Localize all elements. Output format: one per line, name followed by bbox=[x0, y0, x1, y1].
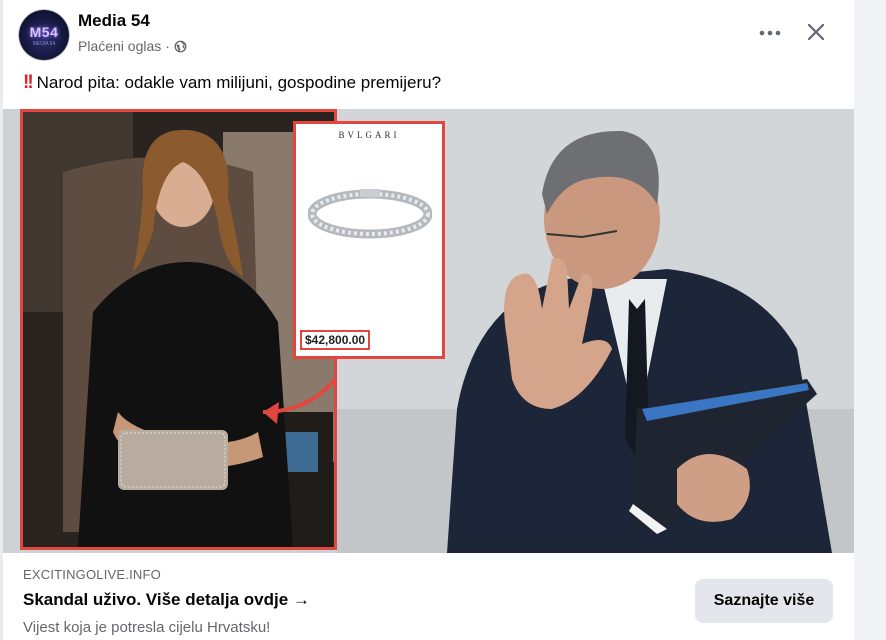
more-options-button[interactable] bbox=[755, 18, 785, 48]
link-domain[interactable]: EXCITINGOLIVE.INFO bbox=[23, 567, 161, 582]
product-brand: BVLGARI bbox=[338, 130, 400, 140]
avatar-logo-subtext: MEDIA 54 bbox=[32, 40, 56, 47]
avatar[interactable]: M54 MEDIA 54 bbox=[19, 10, 69, 60]
ad-post-card: M54 MEDIA 54 Media 54 Plaćeni oglas · !!… bbox=[3, 0, 854, 640]
link-description: Vijest koja je potresla cijelu Hrvatsku! bbox=[23, 619, 271, 636]
close-icon bbox=[807, 23, 825, 41]
more-horizontal-icon bbox=[759, 30, 781, 36]
product-price: $42,800.00 bbox=[300, 330, 371, 350]
ad-image[interactable]: BVLGARI $42,800.00 bbox=[3, 109, 854, 553]
post-caption: Narod pita: odakle vam milijuni, gospodi… bbox=[36, 73, 442, 92]
separator-dot: · bbox=[165, 38, 170, 54]
close-button[interactable] bbox=[801, 17, 831, 47]
woman-in-car-photo bbox=[20, 109, 337, 550]
learn-more-button[interactable]: Saznajte više bbox=[695, 579, 833, 623]
product-screenshot: BVLGARI $42,800.00 bbox=[293, 121, 445, 359]
woman-illustration bbox=[23, 112, 334, 547]
sponsored-line: Plaćeni oglas · bbox=[78, 38, 187, 54]
double-exclamation-icon: !! bbox=[23, 72, 34, 93]
globe-icon bbox=[174, 40, 187, 52]
avatar-logo-text: M54 bbox=[29, 23, 59, 40]
sponsored-label[interactable]: Plaćeni oglas bbox=[78, 38, 161, 54]
post-text: !! Narod pita: odakle vam milijuni, gosp… bbox=[23, 72, 441, 94]
link-title[interactable]: Skandal uživo. Više detalja ovdje → bbox=[23, 590, 310, 610]
page-name-link[interactable]: Media 54 bbox=[78, 11, 150, 31]
bracelet-image bbox=[308, 189, 432, 239]
background-strip bbox=[854, 0, 886, 640]
